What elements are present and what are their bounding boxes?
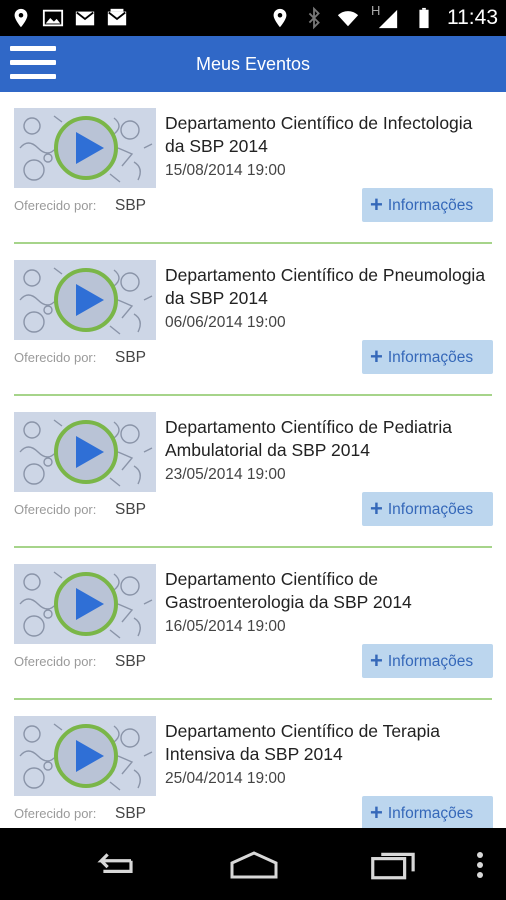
- event-thumbnail-art: [14, 716, 156, 796]
- offered-by-label: Oferecido por:: [14, 198, 97, 213]
- event-list-item[interactable]: Departamento Científico de Gastroenterol…: [14, 548, 493, 700]
- event-thumbnail-art: [14, 108, 156, 188]
- wifi-icon: [337, 11, 359, 27]
- event-list: Departamento Científico de Infectologia …: [0, 92, 506, 828]
- plus-icon: +: [370, 344, 383, 369]
- event-list-item[interactable]: Departamento Científico de Terapia Inten…: [14, 700, 493, 828]
- info-button-label: Informações: [387, 349, 474, 366]
- hamburger-menu-icon[interactable]: [10, 46, 56, 82]
- clock: 11:43: [447, 6, 498, 29]
- offered-by-value: SBP: [115, 349, 147, 366]
- location-icon: [14, 8, 28, 28]
- plus-icon: +: [370, 192, 383, 217]
- event-title: Departamento Científico de Infectologia …: [165, 113, 473, 156]
- play-video-icon[interactable]: [14, 108, 156, 188]
- info-button-label: Informações: [387, 197, 474, 214]
- offered-by-value: SBP: [115, 805, 147, 822]
- play-video-icon[interactable]: [14, 260, 156, 340]
- status-bar: H 11:43: [0, 0, 506, 36]
- page-title: Meus Eventos: [195, 54, 311, 74]
- info-button-label: Informações: [387, 653, 474, 670]
- event-title: Departamento Científico de Pneumologia d…: [165, 265, 486, 308]
- image-icon: [42, 9, 64, 27]
- event-title: Departamento Científico de Gastroenterol…: [165, 569, 412, 612]
- battery-icon: [419, 7, 429, 29]
- offered-by-label: Oferecido por:: [14, 350, 97, 365]
- info-button[interactable]: + Informações: [362, 340, 493, 374]
- plus-icon: +: [370, 648, 383, 673]
- event-title: Departamento Científico de Pediatria Amb…: [165, 417, 452, 460]
- notification-icons: [10, 6, 128, 30]
- event-date: 25/04/2014 19:00: [165, 770, 286, 787]
- home-icon[interactable]: [226, 848, 282, 882]
- event-thumbnail-art: [14, 260, 156, 340]
- gmail-icon: [75, 11, 95, 26]
- offered-by-label: Oferecido por:: [14, 502, 97, 517]
- bluetooth-icon: [308, 6, 320, 30]
- recent-apps-icon[interactable]: [368, 848, 420, 882]
- info-button[interactable]: + Informações: [362, 796, 493, 828]
- info-button[interactable]: + Informações: [362, 492, 493, 526]
- event-list-item[interactable]: Departamento Científico de Infectologia …: [14, 92, 493, 244]
- signal-icon: [378, 9, 398, 29]
- offered-by-value: SBP: [115, 501, 147, 518]
- info-button-label: Informações: [387, 501, 474, 518]
- offered-by-value: SBP: [115, 653, 147, 670]
- system-icons: H 11:43: [269, 3, 498, 31]
- info-button[interactable]: + Informações: [362, 188, 493, 222]
- plus-icon: +: [370, 800, 383, 825]
- overflow-menu-icon[interactable]: [476, 848, 484, 882]
- event-list-item[interactable]: Departamento Científico de Pediatria Amb…: [14, 396, 493, 548]
- event-list-item[interactable]: Departamento Científico de Pneumologia d…: [14, 244, 493, 396]
- event-title: Departamento Científico de Terapia Inten…: [165, 721, 440, 764]
- app-bar: Meus Eventos: [0, 36, 506, 92]
- event-date: 06/06/2014 19:00: [165, 314, 286, 331]
- navigation-bar: [0, 828, 506, 900]
- offered-by-value: SBP: [115, 197, 147, 214]
- play-video-icon[interactable]: [14, 716, 156, 796]
- gmail-alt-icon: [107, 8, 127, 26]
- plus-icon: +: [370, 496, 383, 521]
- info-button[interactable]: + Informações: [362, 644, 493, 678]
- offered-by-label: Oferecido por:: [14, 654, 97, 669]
- signal-indicator: H: [371, 3, 401, 30]
- event-thumbnail-art: [14, 564, 156, 644]
- info-button-label: Informações: [387, 805, 474, 822]
- back-icon[interactable]: [88, 848, 140, 882]
- event-date: 16/05/2014 19:00: [165, 618, 286, 635]
- event-date: 23/05/2014 19:00: [165, 466, 286, 483]
- offered-by-label: Oferecido por:: [14, 806, 97, 821]
- event-thumbnail-art: [14, 412, 156, 492]
- play-video-icon[interactable]: [14, 564, 156, 644]
- event-date: 15/08/2014 19:00: [165, 162, 286, 179]
- location-icon: [273, 8, 287, 28]
- play-video-icon[interactable]: [14, 412, 156, 492]
